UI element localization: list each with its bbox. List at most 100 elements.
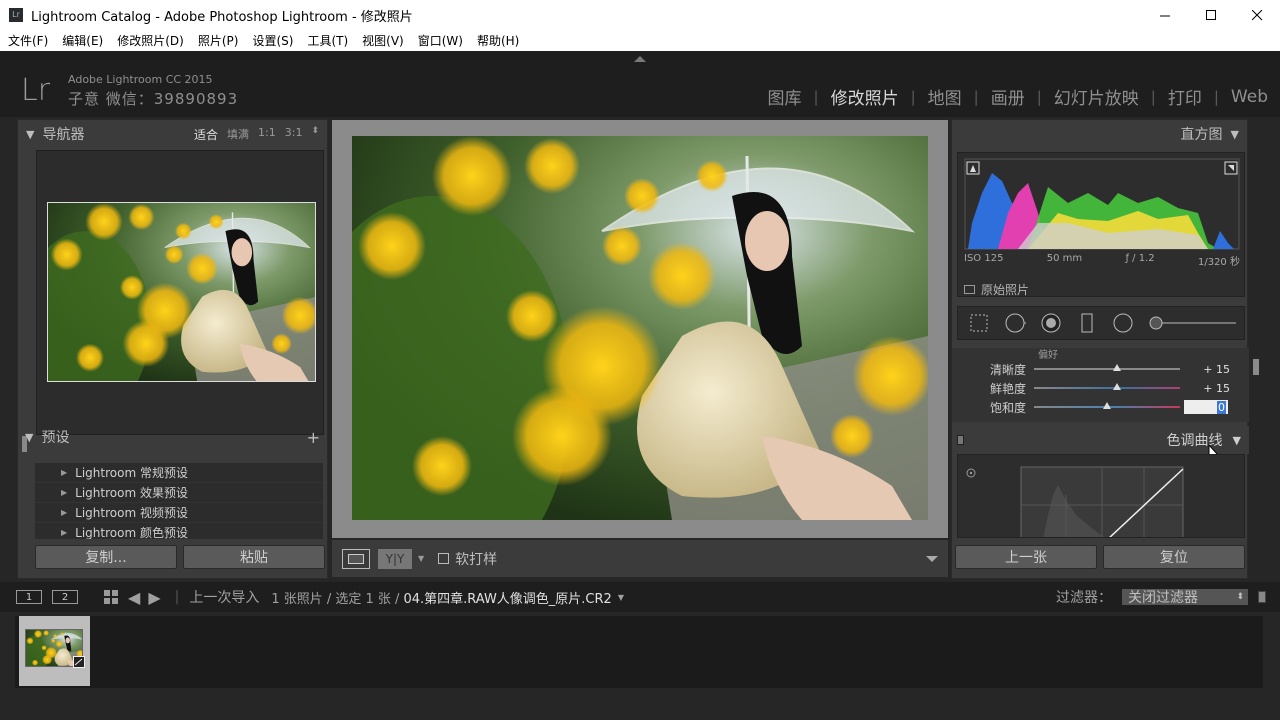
histogram-header[interactable]: 直方图 ▼ xyxy=(952,120,1247,148)
grid-view-icon[interactable] xyxy=(104,590,118,604)
vibrance-knob[interactable] xyxy=(1113,383,1122,390)
module-book[interactable]: 画册 xyxy=(979,84,1037,109)
clarity-slider[interactable] xyxy=(1034,364,1180,371)
saturation-value[interactable]: 0 xyxy=(1217,400,1226,414)
softproof-checkbox[interactable] xyxy=(438,553,450,564)
collapse-triangle-icon[interactable]: ▼ xyxy=(25,431,33,444)
collapse-triangle-icon[interactable]: ▼ xyxy=(26,128,34,141)
tone-curve-header[interactable]: 色调曲线 ▼ xyxy=(952,426,1249,462)
divider: | xyxy=(174,589,180,605)
navigator-thumbnail[interactable] xyxy=(47,202,316,382)
before-after-button[interactable]: Y|Y xyxy=(378,548,412,569)
main-photo[interactable] xyxy=(352,136,928,520)
filmstrip-thumbnail-cell[interactable] xyxy=(19,616,90,686)
menu-window[interactable]: 窗口(W) xyxy=(418,32,463,49)
title-bar: Lr Lightroom Catalog - Adobe Photoshop L… xyxy=(0,0,1280,30)
filename-dropdown-icon[interactable]: ▼ xyxy=(618,593,624,602)
preset-folder[interactable]: ▶ Lightroom 颜色预设 xyxy=(35,523,323,539)
reset-button[interactable]: 复位 xyxy=(1103,545,1245,569)
collapse-top-arrow-icon[interactable] xyxy=(634,56,646,62)
before-after-dropdown-icon[interactable]: ▼ xyxy=(418,554,424,563)
module-print[interactable]: 打印 xyxy=(1156,84,1214,109)
adjustment-brush-icon[interactable] xyxy=(1148,312,1238,334)
expand-triangle-icon[interactable]: ▶ xyxy=(61,508,67,517)
presets-list: ▶ Lightroom 常规预设 ▶ Lightroom 效果预设 ▶ Lightro… xyxy=(35,463,323,539)
saturation-knob[interactable] xyxy=(1103,402,1111,409)
navigator-preview xyxy=(36,150,324,435)
lightroom-logo: Lr xyxy=(21,73,51,108)
original-photo-checkbox[interactable] xyxy=(964,285,975,294)
zoom-fill[interactable]: 填满 xyxy=(227,126,249,143)
toolbar-menu-icon[interactable] xyxy=(926,555,938,562)
saturation-slider[interactable] xyxy=(1034,402,1180,409)
menu-settings[interactable]: 设置(S) xyxy=(252,32,293,49)
preset-folder[interactable]: ▶ Lightroom 视频预设 xyxy=(35,503,323,523)
menu-edit[interactable]: 编辑(E) xyxy=(62,32,103,49)
saturation-input[interactable]: 0 xyxy=(1184,400,1228,414)
red-eye-icon[interactable] xyxy=(1040,312,1062,334)
clarity-value[interactable]: + 15 xyxy=(1180,363,1230,376)
module-library[interactable]: 图库 xyxy=(756,84,814,109)
basic-panel: 偏好 清晰度 + 15 鲜艳度 + 15 饱和度 0 xyxy=(952,348,1249,422)
shutter-speed: 1/320 秒 xyxy=(1197,257,1240,268)
menu-file[interactable]: 文件(F) xyxy=(8,32,48,49)
previous-button[interactable]: 上一张 xyxy=(955,545,1097,569)
tone-curve-graph[interactable] xyxy=(957,454,1245,538)
right-panel-scrollbar[interactable] xyxy=(1253,359,1259,375)
collapse-triangle-icon[interactable]: ▼ xyxy=(1231,128,1239,141)
back-arrow-icon[interactable]: ◀ xyxy=(128,588,140,607)
graduated-filter-icon[interactable] xyxy=(1076,312,1098,334)
vibrance-value[interactable]: + 15 xyxy=(1180,382,1230,395)
module-develop[interactable]: 修改照片 xyxy=(819,84,911,109)
source-label[interactable]: 上一次导入 xyxy=(189,587,259,607)
plus-icon[interactable]: + xyxy=(307,428,320,447)
spot-removal-icon[interactable] xyxy=(1004,312,1026,334)
zoom-fit[interactable]: 适合 xyxy=(194,126,218,143)
identity-plate: 子意 微信：39890893 xyxy=(68,90,239,108)
clarity-knob[interactable] xyxy=(1113,364,1122,371)
menu-help[interactable]: 帮助(H) xyxy=(477,32,519,49)
module-map[interactable]: 地图 xyxy=(916,84,974,109)
primary-window-button[interactable]: 1 xyxy=(16,590,42,604)
presets-header[interactable]: ▼ 预设 + xyxy=(17,425,328,449)
photo-count: 1 张照片 / 选定 1 张 / xyxy=(271,591,400,607)
filename[interactable]: 04.第四章.RAW人像调色_原片.CR2 xyxy=(403,588,611,607)
expand-triangle-icon[interactable]: ▶ xyxy=(61,468,67,477)
develop-toolbar: Y|Y ▼ 软打样 xyxy=(332,540,948,577)
loupe-view-icon[interactable] xyxy=(342,548,370,569)
preset-folder[interactable]: ▶ Lightroom 效果预设 xyxy=(35,483,323,503)
identity-bar: Lr Adobe Lightroom CC 2015 子意 微信：3989089… xyxy=(0,51,1280,117)
maximize-icon[interactable] xyxy=(1188,0,1234,30)
minimize-icon[interactable] xyxy=(1142,0,1188,30)
zoom-1-1[interactable]: 1:1 xyxy=(258,126,276,143)
right-panel: 直方图 ▼ ISO 125 50 mm ƒ / 1.2 1/320 秒 原始照片… xyxy=(951,119,1249,579)
zoom-3-1[interactable]: 3:1 xyxy=(285,126,303,143)
expand-triangle-icon[interactable]: ▶ xyxy=(61,488,67,497)
vibrance-label: 鲜艳度 xyxy=(989,381,1026,396)
filter-dropdown[interactable]: 关闭过滤器 ⬍ xyxy=(1122,589,1248,606)
forward-arrow-icon[interactable]: ▶ xyxy=(148,588,160,607)
paste-settings-button[interactable]: 粘贴 xyxy=(183,545,325,569)
menu-view[interactable]: 视图(V) xyxy=(362,32,404,49)
panel-toggle-switch[interactable] xyxy=(957,435,964,445)
menu-tools[interactable]: 工具(T) xyxy=(307,32,348,49)
secondary-window-button[interactable]: 2 xyxy=(52,590,78,604)
module-slideshow[interactable]: 幻灯片放映 xyxy=(1042,84,1151,109)
expand-triangle-icon[interactable]: ▶ xyxy=(61,528,67,537)
menu-develop[interactable]: 修改照片(D) xyxy=(117,32,184,49)
close-icon[interactable] xyxy=(1234,0,1280,30)
histogram-metadata: ISO 125 50 mm ƒ / 1.2 1/320 秒 xyxy=(964,253,1240,268)
radial-filter-icon[interactable] xyxy=(1112,312,1134,334)
histogram[interactable]: ISO 125 50 mm ƒ / 1.2 1/320 秒 原始照片 xyxy=(957,152,1245,297)
navigator-header[interactable]: ▼ 导航器 适合 填满 1:1 3:1 ⬍ xyxy=(18,120,327,148)
collapse-triangle-icon[interactable]: ▼ xyxy=(1233,434,1241,447)
copy-settings-button[interactable]: 复制... xyxy=(35,545,177,569)
preset-folder[interactable]: ▶ Lightroom 常规预设 xyxy=(35,463,323,483)
original-photo-toggle[interactable]: 原始照片 xyxy=(964,281,1029,298)
menu-photo[interactable]: 照片(P) xyxy=(198,32,239,49)
filter-lock-switch[interactable] xyxy=(1258,591,1266,603)
stepper-icon[interactable]: ⬍ xyxy=(311,126,319,143)
vibrance-slider[interactable] xyxy=(1034,383,1180,390)
module-web[interactable]: Web xyxy=(1219,87,1268,107)
crop-icon[interactable] xyxy=(968,312,990,334)
